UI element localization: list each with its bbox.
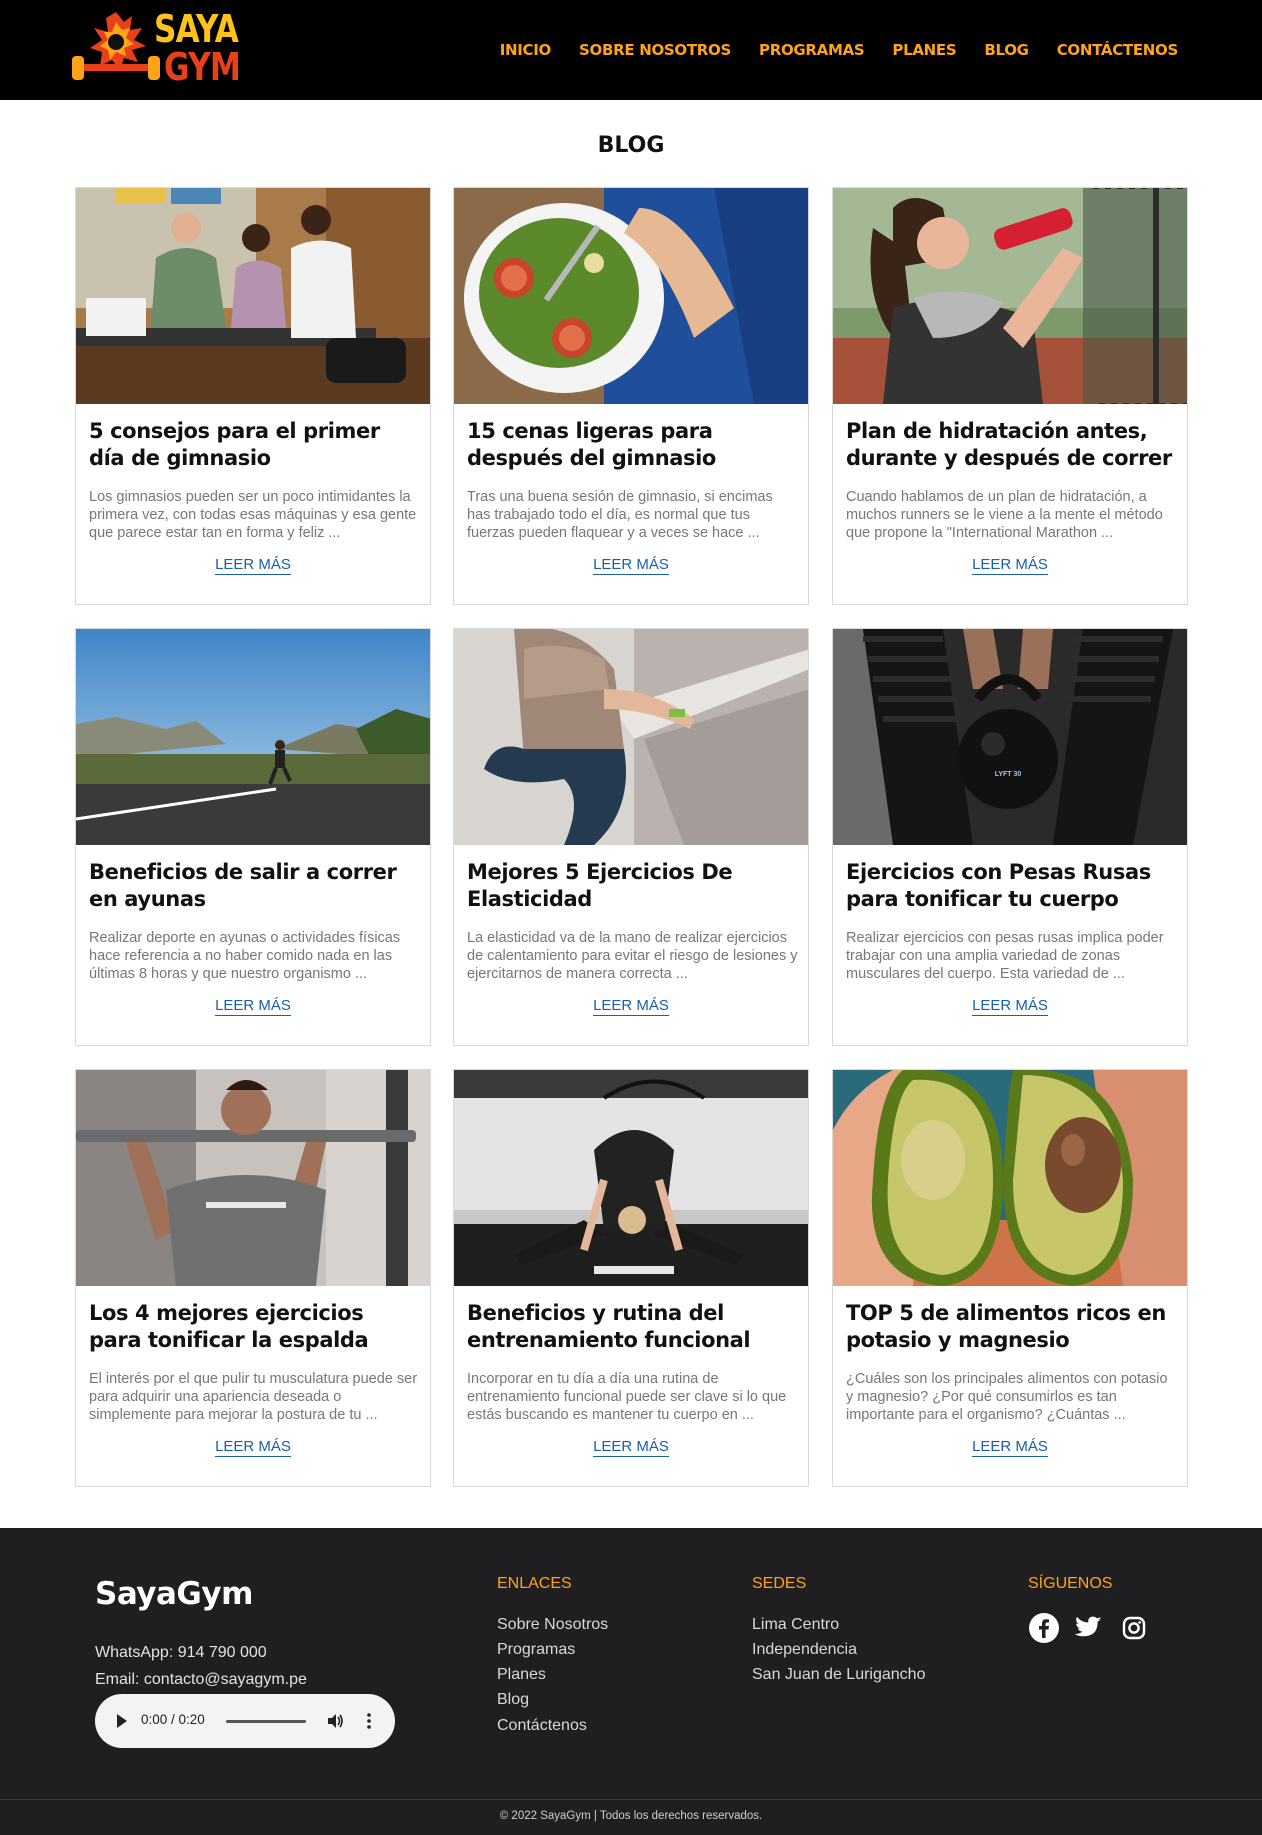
road-runner-photo[interactable] bbox=[76, 629, 430, 845]
blog-card[interactable]: Beneficios de salir a correr en ayunas R… bbox=[75, 628, 431, 1046]
nav-sobre-nosotros[interactable]: SOBRE NOSOTROS bbox=[579, 41, 731, 59]
card-excerpt: El interés por el que pulir tu musculatu… bbox=[89, 1371, 418, 1423]
audio-progress-slider[interactable] bbox=[226, 1720, 306, 1723]
footer-brand: SayaGym bbox=[95, 1576, 253, 1612]
card-excerpt: Realizar ejercicios con pesas rusas impl… bbox=[846, 930, 1164, 982]
footer-link-blog[interactable]: Blog bbox=[497, 1691, 529, 1709]
footer-link-programas[interactable]: Programas bbox=[497, 1641, 575, 1659]
card-excerpt: Cuando hablamos de un plan de hidratació… bbox=[846, 489, 1163, 541]
blog-card[interactable]: Los 4 mejores ejercicios para tonificar … bbox=[75, 1069, 431, 1487]
blog-card[interactable]: LYFT 30 Ejercicios con Pesas Rusas para … bbox=[832, 628, 1188, 1046]
blog-card[interactable]: 5 consejos para el primer día de gimnasi… bbox=[75, 187, 431, 605]
card-excerpt: La elasticidad va de la mano de realizar… bbox=[467, 930, 798, 982]
blog-card[interactable]: Beneficios y rutina del entrenamiento fu… bbox=[453, 1069, 809, 1487]
leer-mas-link[interactable]: LEER MÁS bbox=[215, 997, 291, 1016]
sede-lima-centro[interactable]: Lima Centro bbox=[752, 1616, 839, 1634]
leer-mas-link[interactable]: LEER MÁS bbox=[972, 1438, 1048, 1457]
leer-mas-link[interactable]: LEER MÁS bbox=[593, 997, 669, 1016]
card-title[interactable]: Los 4 mejores ejercicios para tonificar … bbox=[89, 1300, 419, 1354]
blog-card[interactable]: TOP 5 de alimentos ricos en potasio y ma… bbox=[832, 1069, 1188, 1487]
play-icon[interactable] bbox=[117, 1714, 127, 1728]
leer-mas-link[interactable]: LEER MÁS bbox=[215, 1438, 291, 1457]
card-excerpt: Los gimnasios pueden ser un poco intimid… bbox=[89, 489, 417, 541]
blog-card[interactable]: 15 cenas ligeras para después del gimnas… bbox=[453, 187, 809, 605]
card-title[interactable]: 5 consejos para el primer día de gimnasi… bbox=[89, 418, 419, 472]
woman-drinking-photo[interactable] bbox=[833, 188, 1187, 404]
lion-barbell-icon bbox=[72, 12, 160, 80]
stretching-photo[interactable] bbox=[454, 629, 808, 845]
nav-programas[interactable]: PROGRAMAS bbox=[759, 41, 865, 59]
card-title[interactable]: Plan de hidratación antes, durante y des… bbox=[846, 418, 1176, 472]
footer-email: Email: contacto@sayagym.pe bbox=[95, 1671, 307, 1688]
kettlebell-label: LYFT 30 bbox=[994, 771, 1022, 778]
instagram-icon[interactable] bbox=[1118, 1612, 1150, 1644]
audio-player[interactable]: 0:00 / 0:20 bbox=[95, 1694, 395, 1748]
page-title: BLOG bbox=[597, 133, 665, 158]
site-header: SAYA GYM INICIO SOBRE NOSOTROS PROGRAMAS… bbox=[0, 0, 1262, 100]
footer-link-planes[interactable]: Planes bbox=[497, 1666, 546, 1684]
card-excerpt: ¿Cuáles son los principales alimentos co… bbox=[846, 1371, 1168, 1423]
leer-mas-link[interactable]: LEER MÁS bbox=[972, 997, 1048, 1016]
card-title[interactable]: Mejores 5 Ejercicios De Elasticidad bbox=[467, 859, 797, 913]
footer-link-sobre-nosotros[interactable]: Sobre Nosotros bbox=[497, 1616, 608, 1634]
card-title[interactable]: 15 cenas ligeras para después del gimnas… bbox=[467, 418, 797, 472]
saya-gym-logo[interactable]: SAYA GYM bbox=[72, 7, 241, 94]
copyright-text: © 2022 SayaGym | Todos los derechos rese… bbox=[499, 1810, 763, 1822]
nav-contactenos[interactable]: CONTÁCTENOS bbox=[1057, 41, 1179, 59]
audio-time: 0:00 / 0:20 bbox=[141, 1712, 205, 1727]
footer-whatsapp: WhatsApp: 914 790 000 bbox=[95, 1644, 267, 1661]
kettlebell-photo[interactable]: LYFT 30 bbox=[833, 629, 1187, 845]
card-title[interactable]: Beneficios de salir a correr en ayunas bbox=[89, 859, 419, 913]
sedes-heading: SEDES bbox=[752, 1575, 807, 1592]
salad-plate-photo[interactable] bbox=[454, 188, 808, 404]
logo-word-saya: SAYA bbox=[154, 7, 239, 51]
leer-mas-link[interactable]: LEER MÁS bbox=[215, 556, 291, 575]
nav-planes[interactable]: PLANES bbox=[892, 41, 956, 59]
leer-mas-link[interactable]: LEER MÁS bbox=[593, 556, 669, 575]
card-excerpt: Tras una buena sesión de gimnasio, si en… bbox=[467, 489, 773, 541]
avocado-photo[interactable] bbox=[833, 1070, 1187, 1286]
card-title[interactable]: Beneficios y rutina del entrenamiento fu… bbox=[467, 1300, 797, 1354]
blog-card[interactable]: Mejores 5 Ejercicios De Elasticidad La e… bbox=[453, 628, 809, 1046]
card-title[interactable]: TOP 5 de alimentos ricos en potasio y ma… bbox=[846, 1300, 1176, 1354]
footer-divider bbox=[0, 1799, 1262, 1800]
more-options-icon[interactable] bbox=[367, 1712, 371, 1730]
facebook-icon[interactable] bbox=[1028, 1612, 1060, 1644]
site-footer: SayaGym WhatsApp: 914 790 000 Email: con… bbox=[0, 1528, 1262, 1835]
enlaces-heading: ENLACES bbox=[497, 1575, 572, 1592]
functional-training-photo[interactable] bbox=[454, 1070, 808, 1286]
nav-blog[interactable]: BLOG bbox=[984, 41, 1029, 59]
footer-link-contactenos[interactable]: Contáctenos bbox=[497, 1717, 587, 1735]
pullup-photo[interactable] bbox=[76, 1070, 430, 1286]
siguenos-heading: SÍGUENOS bbox=[1028, 1575, 1113, 1592]
twitter-icon[interactable] bbox=[1072, 1612, 1104, 1644]
card-excerpt: Incorporar en tu día a día una rutina de… bbox=[467, 1371, 787, 1423]
nav-inicio[interactable]: INICIO bbox=[500, 41, 552, 59]
leer-mas-link[interactable]: LEER MÁS bbox=[593, 1438, 669, 1457]
card-excerpt: Realizar deporte en ayunas o actividades… bbox=[89, 930, 401, 982]
sede-independencia[interactable]: Independencia bbox=[752, 1641, 857, 1659]
blog-card[interactable]: Plan de hidratación antes, durante y des… bbox=[832, 187, 1188, 605]
logo-word-gym: GYM bbox=[164, 45, 241, 89]
volume-icon[interactable] bbox=[326, 1712, 344, 1730]
card-title[interactable]: Ejercicios con Pesas Rusas para tonifica… bbox=[846, 859, 1176, 913]
main-nav: INICIO SOBRE NOSOTROS PROGRAMAS PLANES B… bbox=[500, 41, 1179, 59]
leer-mas-link[interactable]: LEER MÁS bbox=[972, 556, 1048, 575]
gym-reception-photo[interactable] bbox=[76, 188, 430, 404]
sede-san-juan-de-lurigancho[interactable]: San Juan de Lurigancho bbox=[752, 1666, 925, 1684]
